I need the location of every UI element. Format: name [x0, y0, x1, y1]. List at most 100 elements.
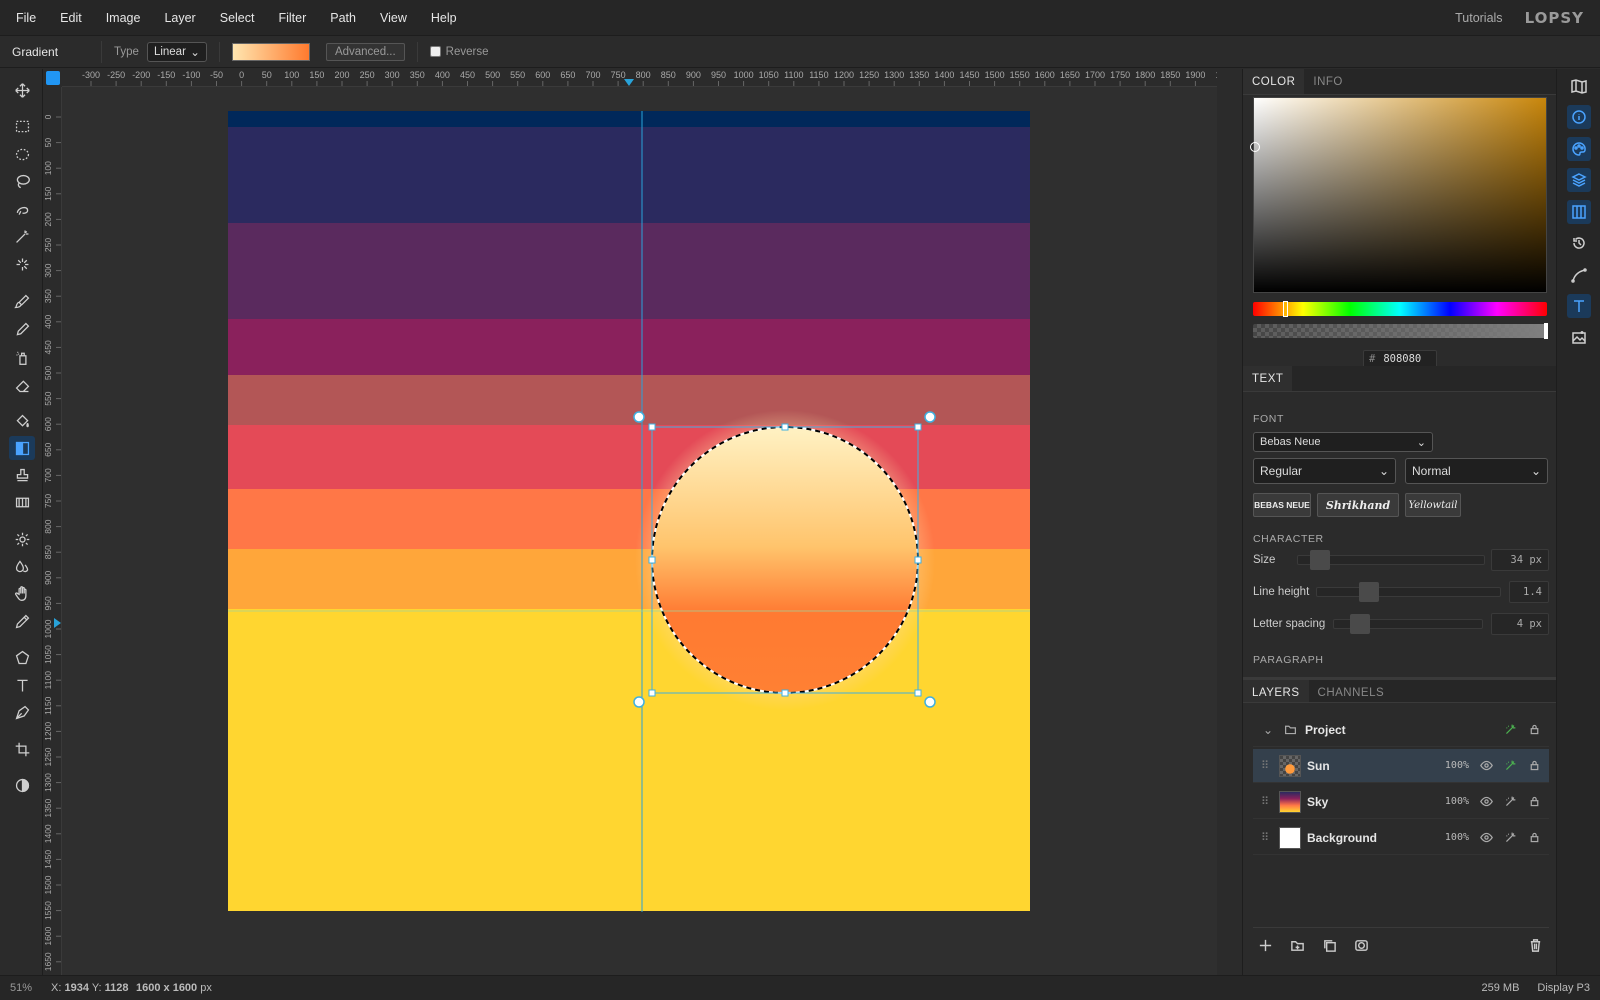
- tab-text[interactable]: TEXT: [1243, 366, 1293, 391]
- spray-tool[interactable]: [9, 345, 35, 369]
- font-style-select[interactable]: Regular ⌄: [1253, 458, 1396, 484]
- layer-row-sun[interactable]: ⠿ Sun 100%: [1253, 749, 1549, 783]
- trash-icon[interactable]: [1525, 936, 1545, 956]
- drag-handle-icon[interactable]: ⠿: [1261, 759, 1275, 772]
- guide-marker[interactable]: [624, 79, 634, 86]
- size-input[interactable]: 34 px: [1491, 549, 1549, 571]
- canvas-workspace[interactable]: [62, 87, 1217, 975]
- tutorials-link[interactable]: Tutorials: [1455, 11, 1502, 25]
- letter-spacing-slider-thumb[interactable]: [1350, 614, 1370, 634]
- lock-icon[interactable]: [1525, 793, 1543, 811]
- hue-slider[interactable]: [1253, 301, 1547, 317]
- tab-info[interactable]: INFO: [1304, 69, 1351, 94]
- chevron-down-icon[interactable]: ⌄: [1263, 723, 1277, 737]
- font-family-select[interactable]: Bebas Neue ⌄: [1253, 432, 1433, 452]
- tab-layers[interactable]: LAYERS: [1243, 680, 1309, 702]
- layer-group-project[interactable]: ⌄ Project: [1253, 713, 1549, 747]
- layer-opacity[interactable]: 100%: [1445, 832, 1469, 843]
- font-chip-shrikhand[interactable]: Shrikhand: [1317, 493, 1399, 517]
- menu-path[interactable]: Path: [318, 0, 368, 36]
- line-height-slider[interactable]: [1316, 582, 1501, 602]
- eye-icon[interactable]: [1477, 829, 1495, 847]
- drag-handle-icon[interactable]: ⠿: [1261, 831, 1275, 844]
- hue-slider-handle[interactable]: [1283, 301, 1288, 317]
- rect-select-tool[interactable]: [9, 114, 35, 138]
- text-panel-button[interactable]: [1567, 294, 1591, 318]
- navigator-button[interactable]: [1567, 74, 1591, 98]
- history-button[interactable]: [1567, 231, 1591, 255]
- letter-spacing-slider[interactable]: [1333, 614, 1483, 634]
- font-chip-yellowtail[interactable]: Yellowtail: [1405, 493, 1461, 517]
- pen-tool[interactable]: [9, 700, 35, 724]
- contrast-tool[interactable]: [9, 773, 35, 797]
- alpha-slider-handle[interactable]: [1544, 323, 1548, 339]
- pattern-tool[interactable]: [9, 490, 35, 514]
- lasso-tool[interactable]: [9, 169, 35, 193]
- layer-row-sky[interactable]: ⠿ Sky 100%: [1253, 785, 1549, 819]
- eye-icon[interactable]: [1477, 757, 1495, 775]
- document-canvas[interactable]: [62, 87, 1217, 975]
- move-tool[interactable]: [9, 78, 35, 102]
- line-height-input[interactable]: 1.4: [1509, 581, 1549, 603]
- eye-icon[interactable]: [1477, 793, 1495, 811]
- font-chip-bebas[interactable]: BEBAS NEUE: [1253, 493, 1311, 517]
- color-picker-cursor[interactable]: [1250, 142, 1260, 152]
- guide-marker[interactable]: [54, 618, 61, 628]
- rotate-handle-bottom-right[interactable]: [924, 696, 936, 708]
- tab-channels[interactable]: CHANNELS: [1309, 680, 1394, 702]
- gradient-tool[interactable]: [9, 436, 35, 460]
- saturation-value-picker[interactable]: [1250, 97, 1547, 293]
- image-adjust-button[interactable]: [1567, 326, 1591, 350]
- paths-button[interactable]: [1567, 263, 1591, 287]
- handle-bottom-left[interactable]: [648, 689, 656, 697]
- shape-tool[interactable]: [9, 645, 35, 669]
- crop-tool[interactable]: [9, 737, 35, 761]
- text-tool[interactable]: [9, 673, 35, 697]
- handle-top[interactable]: [781, 423, 789, 431]
- handle-bottom[interactable]: [781, 689, 789, 697]
- dodge-tool[interactable]: [9, 527, 35, 551]
- effects-icon[interactable]: [1501, 757, 1519, 775]
- horizontal-ruler[interactable]: -300 -250 -200 -150 -100 -50 0 50 100 150 200 250 30…: [62, 69, 1217, 87]
- menu-file[interactable]: File: [0, 0, 48, 36]
- alpha-slider[interactable]: [1253, 323, 1548, 339]
- add-group-icon[interactable]: [1287, 936, 1307, 956]
- letter-spacing-input[interactable]: 4 px: [1491, 613, 1549, 635]
- layer-opacity[interactable]: 100%: [1445, 796, 1469, 807]
- drag-handle-icon[interactable]: ⠿: [1261, 795, 1275, 808]
- lock-icon[interactable]: [1525, 829, 1543, 847]
- line-height-slider-thumb[interactable]: [1359, 582, 1379, 602]
- menu-image[interactable]: Image: [94, 0, 153, 36]
- handle-top-left[interactable]: [648, 423, 656, 431]
- menu-filter[interactable]: Filter: [266, 0, 318, 36]
- reverse-checkbox[interactable]: Reverse: [429, 46, 489, 58]
- menu-select[interactable]: Select: [208, 0, 267, 36]
- size-slider[interactable]: [1297, 550, 1485, 570]
- effects-icon[interactable]: [1501, 793, 1519, 811]
- burn-tool[interactable]: [9, 554, 35, 578]
- quick-select-tool[interactable]: [9, 252, 35, 276]
- hand-tool[interactable]: [9, 581, 35, 605]
- duplicate-layer-icon[interactable]: [1319, 936, 1339, 956]
- pencil-tool[interactable]: [9, 317, 35, 341]
- magnetic-lasso-tool[interactable]: [9, 197, 35, 221]
- zoom-level[interactable]: 51%: [0, 982, 43, 994]
- checkbox-box[interactable]: [429, 46, 441, 57]
- layer-row-background[interactable]: ⠿ Background 100%: [1253, 821, 1549, 855]
- effects-icon[interactable]: [1501, 721, 1519, 739]
- stamp-tool[interactable]: [9, 463, 35, 487]
- eyedropper-tool[interactable]: [9, 609, 35, 633]
- add-layer-icon[interactable]: [1255, 936, 1275, 956]
- menu-view[interactable]: View: [368, 0, 419, 36]
- color-button[interactable]: [1567, 137, 1591, 161]
- brush-tool[interactable]: [9, 289, 35, 313]
- magic-wand-tool[interactable]: [9, 224, 35, 248]
- font-variant-select[interactable]: Normal ⌄: [1405, 458, 1548, 484]
- vertical-ruler[interactable]: 0 50 100 150 200 250 300 350 400 450 500 550 600 650 7…: [43, 87, 62, 975]
- handle-right[interactable]: [914, 556, 922, 564]
- menu-edit[interactable]: Edit: [48, 0, 94, 36]
- menu-layer[interactable]: Layer: [152, 0, 207, 36]
- rotate-handle-bottom-left[interactable]: [633, 696, 645, 708]
- rotate-handle-top-right[interactable]: [924, 411, 936, 423]
- info-button[interactable]: [1567, 105, 1591, 129]
